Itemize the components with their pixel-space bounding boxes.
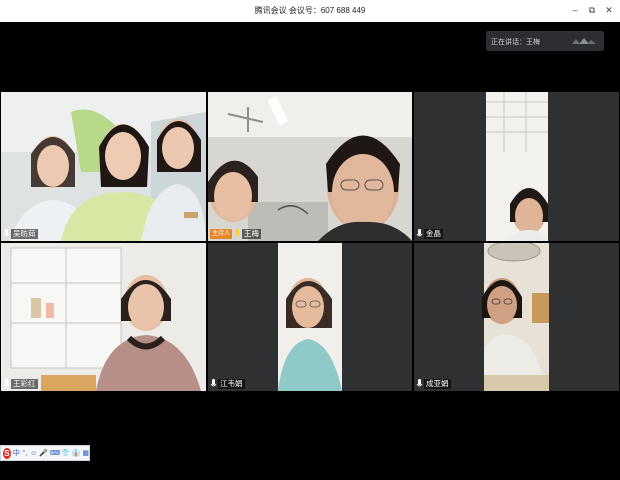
participant-video (208, 92, 412, 241)
ime-emoji-icon[interactable]: ☺ (30, 448, 37, 459)
participant-tag: 王彩红 (3, 378, 38, 389)
restore-button[interactable]: ⧉ (587, 4, 597, 16)
video-tile-5[interactable]: 江韦娟 (208, 243, 412, 391)
video-tile-2[interactable]: 主持人 王梅 (208, 92, 412, 241)
title-bar: 腾讯会议 会议号：607 688 449 – ⧉ ✕ (0, 0, 620, 23)
microphone-icon (416, 228, 423, 236)
participant-video (414, 92, 619, 241)
participant-tag: 金晶 (416, 228, 443, 239)
microphone-icon (3, 228, 10, 236)
minimize-button[interactable]: – (570, 4, 580, 16)
video-tile-3[interactable]: 金晶 (414, 92, 619, 241)
participant-tag: 江韦娟 (210, 378, 245, 389)
window-title: 腾讯会议 会议号：607 688 449 (254, 6, 366, 15)
ime-voice-icon[interactable]: 🎤 (39, 448, 48, 459)
participant-name: 成亚娟 (424, 378, 451, 389)
participant-tag: 主持人 王梅 (210, 228, 262, 239)
close-button[interactable]: ✕ (604, 4, 614, 16)
ime-tools-icon[interactable]: 👔 (72, 448, 81, 459)
participant-tag: 吴昉茹 (3, 228, 38, 239)
video-tile-6[interactable]: 成亚娟 (414, 243, 619, 391)
speaking-indicator: 正在讲话：王梅 (486, 31, 604, 51)
microphone-icon (234, 228, 241, 236)
participant-video (1, 243, 206, 391)
ime-toolbar[interactable]: S 中 °, ☺ 🎤 ⌨ 👕 👔 ▦ (0, 445, 90, 461)
participant-video (208, 243, 412, 391)
participant-video (1, 92, 206, 241)
host-badge: 主持人 (210, 228, 233, 239)
participant-tag: 成亚娟 (416, 378, 451, 389)
speaker-waves-icon (572, 38, 596, 44)
video-tile-1[interactable]: 吴昉茹 (1, 92, 206, 241)
speaking-label: 正在讲话：王梅 (491, 39, 540, 46)
microphone-icon (416, 378, 423, 386)
participant-name: 金晶 (424, 228, 443, 239)
microphone-icon (210, 378, 217, 386)
meeting-stage: 正在讲话：王梅 吴昉茹 主持人 王梅 金晶 王彩红 江韦娟 成亚娟 (0, 22, 620, 480)
participant-name: 吴昉茹 (11, 228, 38, 239)
ime-chinese-mode[interactable]: 中 (13, 448, 20, 459)
window-controls: – ⧉ ✕ (570, 4, 614, 16)
ime-punctuation[interactable]: °, (22, 448, 28, 459)
ime-grid-icon[interactable]: ▦ (82, 448, 89, 459)
ime-skin-icon[interactable]: 👕 (61, 448, 70, 459)
video-tile-4[interactable]: 王彩红 (1, 243, 206, 391)
microphone-icon (3, 378, 10, 386)
participant-name: 王彩红 (11, 378, 38, 389)
participant-video (414, 243, 619, 391)
participant-name: 江韦娟 (218, 378, 245, 389)
participant-name: 王梅 (242, 228, 262, 239)
ime-logo[interactable]: S (3, 447, 11, 459)
ime-keyboard-icon[interactable]: ⌨ (50, 448, 60, 459)
